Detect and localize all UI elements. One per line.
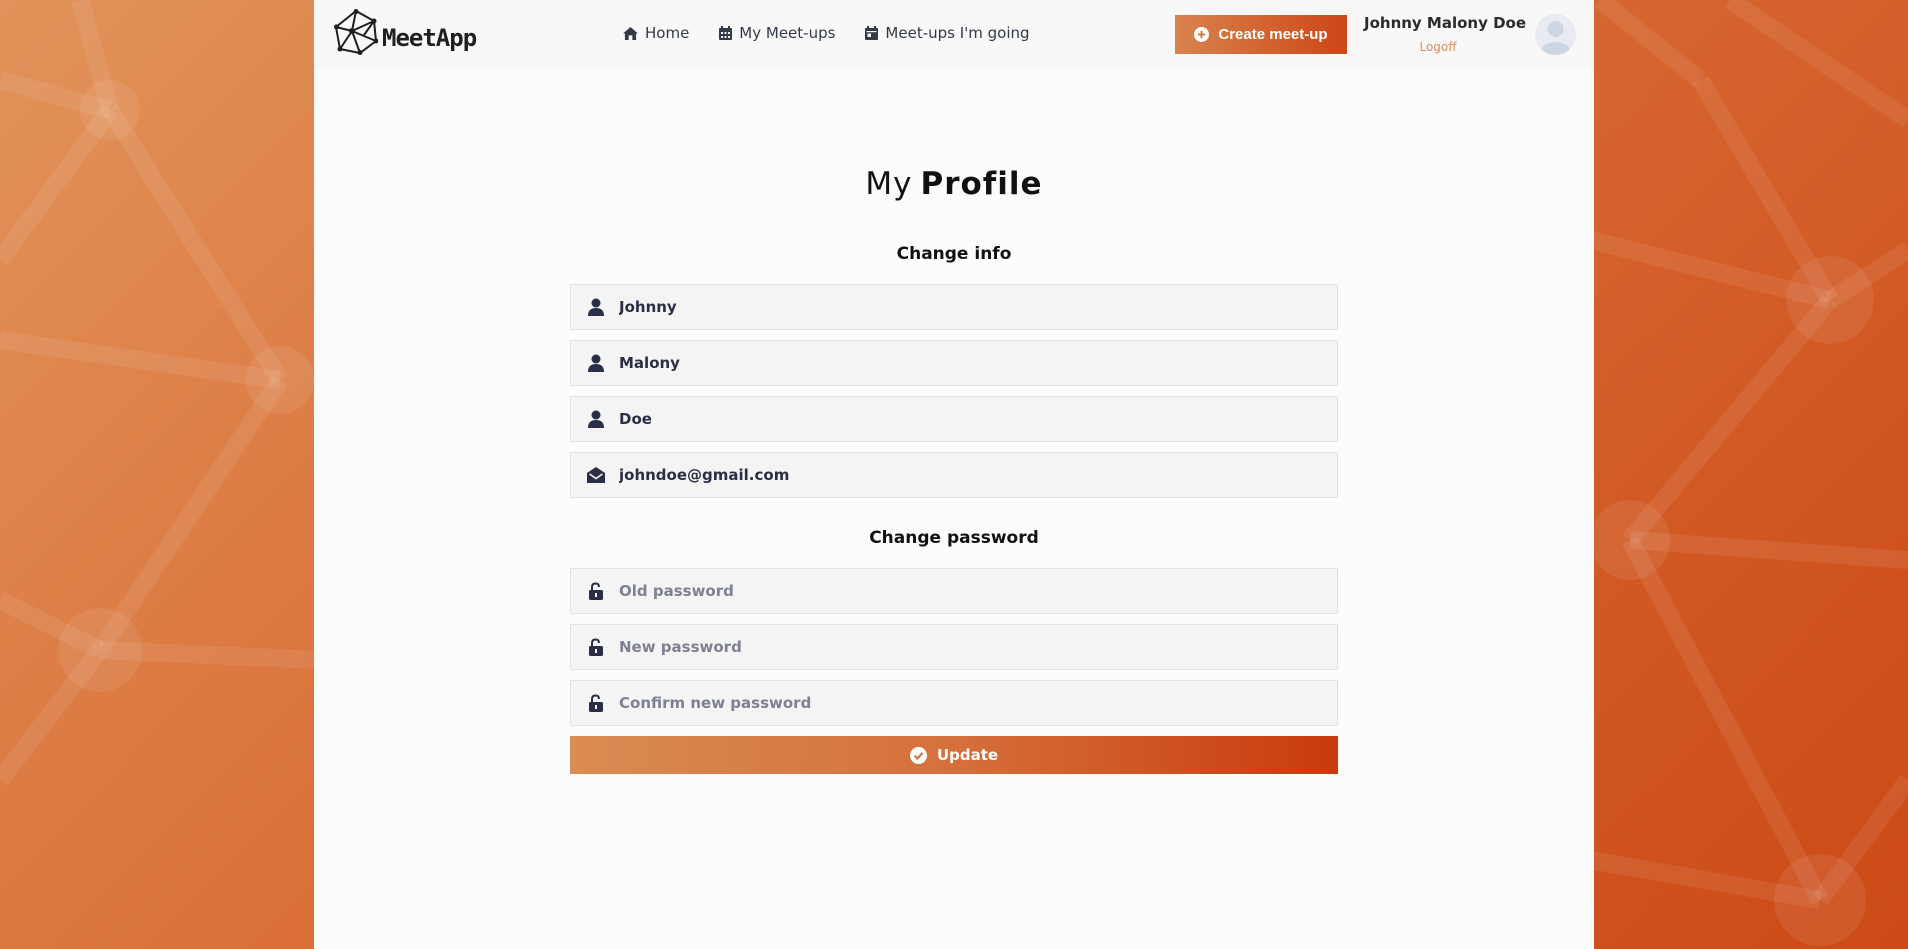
first-name-input[interactable]	[619, 285, 1319, 329]
home-icon	[623, 26, 638, 40]
old-password-field[interactable]	[570, 568, 1338, 614]
change-password-heading: Change password	[869, 528, 1039, 548]
envelope-open-icon	[587, 467, 605, 483]
nav-home-label: Home	[645, 24, 690, 42]
nav-my-meetups[interactable]: My Meet-ups	[719, 24, 835, 42]
update-button[interactable]: Update	[570, 736, 1338, 774]
top-navbar: MeetApp Home My Meet-ups Meet-ups I'm go…	[314, 0, 1594, 70]
brand-name: MeetApp	[382, 24, 477, 52]
unlock-icon	[589, 638, 603, 656]
brand-logo[interactable]: MeetApp	[334, 9, 477, 55]
nav-meetups-going[interactable]: Meet-ups I'm going	[865, 24, 1030, 42]
last-name-field[interactable]	[570, 396, 1338, 442]
page-title-bold: Profile	[920, 166, 1043, 202]
unlock-icon	[589, 582, 603, 600]
confirm-password-field[interactable]	[570, 680, 1338, 726]
page-title-light: My	[865, 166, 913, 202]
confirm-password-input[interactable]	[619, 681, 1319, 725]
middle-name-field[interactable]	[570, 340, 1338, 386]
middle-name-input[interactable]	[619, 341, 1319, 385]
unlock-icon	[589, 694, 603, 712]
user-icon	[588, 410, 604, 428]
last-name-input[interactable]	[619, 397, 1319, 441]
change-info-heading: Change info	[896, 244, 1012, 264]
first-name-field[interactable]	[570, 284, 1338, 330]
new-password-input[interactable]	[619, 625, 1319, 669]
plus-circle-icon	[1194, 27, 1210, 42]
user-avatar-icon	[1540, 21, 1571, 55]
new-password-field[interactable]	[570, 624, 1338, 670]
logoff-link[interactable]: Logoff	[1364, 40, 1512, 54]
user-icon	[588, 354, 604, 372]
user-icon	[588, 298, 604, 316]
network-logo-icon	[334, 9, 378, 55]
calendar-icon	[719, 26, 733, 40]
main-nav: Home My Meet-ups Meet-ups I'm going	[623, 24, 1060, 42]
page-title: My Profile	[314, 166, 1594, 202]
update-label: Update	[936, 746, 999, 764]
nav-my-meetups-label: My Meet-ups	[739, 24, 836, 42]
create-meetup-button[interactable]: Create meet-up	[1175, 15, 1347, 54]
check-circle-icon	[909, 746, 927, 764]
nav-home[interactable]: Home	[623, 24, 689, 42]
user-name: Johnny Malony Doe	[1364, 14, 1527, 32]
calendar-day-icon	[865, 26, 879, 40]
email-input[interactable]	[619, 453, 1319, 497]
old-password-input[interactable]	[619, 569, 1319, 613]
email-field[interactable]	[570, 452, 1338, 498]
nav-meetups-going-label: Meet-ups I'm going	[885, 24, 1030, 42]
create-meetup-label: Create meet-up	[1218, 26, 1328, 43]
avatar[interactable]	[1535, 14, 1576, 55]
page-container: MeetApp Home My Meet-ups Meet-ups I'm go…	[314, 0, 1594, 949]
